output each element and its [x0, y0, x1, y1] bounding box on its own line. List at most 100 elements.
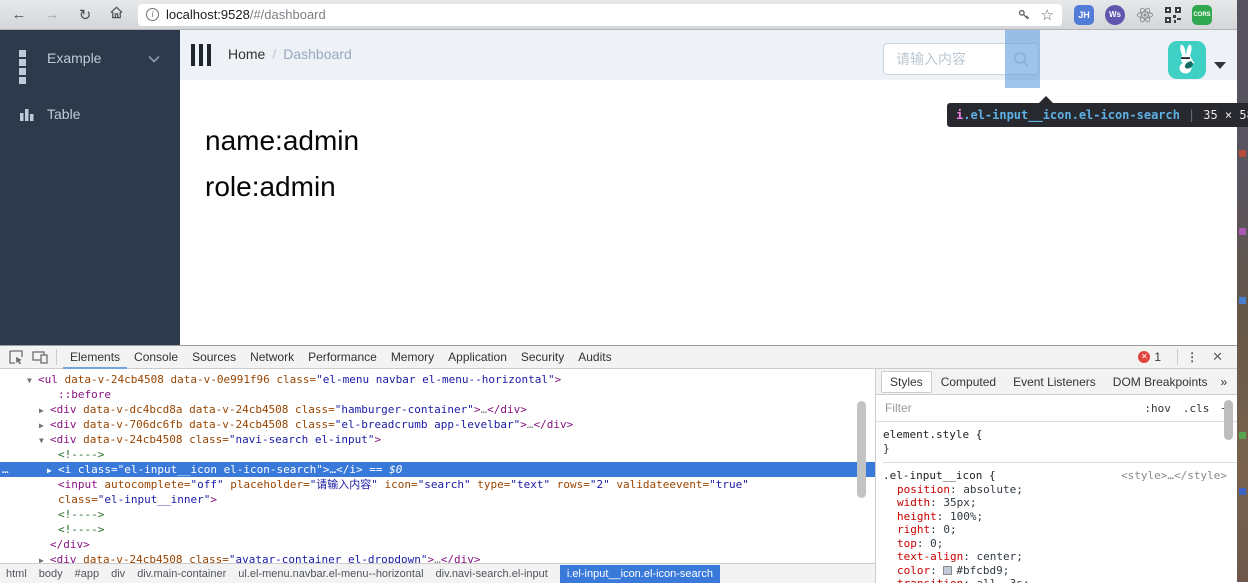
sidebar-item-table[interactable]: Table: [0, 86, 180, 142]
css-property[interactable]: transition: all .3s;: [883, 577, 1237, 583]
qr-code-icon[interactable]: [1165, 6, 1181, 23]
styles-tab-dom-breakpoints[interactable]: DOM Breakpoints: [1105, 372, 1216, 392]
css-property[interactable]: color: #bfcbd9;: [883, 564, 1237, 578]
devtools-tab-security[interactable]: Security: [514, 346, 571, 369]
dom-breadcrumb-item[interactable]: div.navi-search.el-input: [436, 568, 548, 580]
devtools-tab-audits[interactable]: Audits: [571, 346, 618, 369]
extension-jh-icon[interactable]: JH: [1074, 4, 1094, 25]
page-info-icon[interactable]: i: [146, 8, 159, 21]
search-input[interactable]: [894, 45, 1009, 73]
code-token: "请输入内容": [309, 478, 378, 491]
code-token: ::before: [58, 388, 111, 401]
css-property[interactable]: height: 100%;: [883, 510, 1237, 524]
bookmark-star-icon[interactable]: ☆: [1041, 6, 1054, 24]
expand-arrow-icon[interactable]: ▼: [27, 373, 32, 388]
toggle-class-button[interactable]: .cls: [1183, 402, 1210, 415]
elements-tree-node[interactable]: ▼ <ul data-v-24cb4508 data-v-0e991f96 cla…: [0, 372, 875, 387]
expand-arrow-icon[interactable]: ▶: [39, 403, 44, 418]
css-property[interactable]: text-align: center;: [883, 550, 1237, 564]
style-source-link[interactable]: <style>…</style>: [1121, 469, 1227, 483]
elements-tree-node[interactable]: … ▶ <i class="el-input__icon el-icon-searc…: [0, 462, 875, 477]
code-token: >: [520, 418, 527, 431]
expand-arrow-icon[interactable]: ▶: [47, 463, 52, 478]
elements-tree-node[interactable]: ▼ <div data-v-24cb4508 class="navi-search…: [0, 432, 875, 447]
styles-tab-styles[interactable]: Styles: [881, 370, 932, 393]
code-token: data-v-24cb4508: [182, 418, 289, 431]
dom-breadcrumb-item[interactable]: div: [111, 568, 125, 580]
styles-filter-input[interactable]: Filter: [885, 401, 912, 415]
code-token: <!---->: [58, 448, 105, 461]
elements-tree-node[interactable]: ▶ <div data-v-706dc6fb data-v-24cb4508 cl…: [0, 417, 875, 432]
dom-breadcrumb-item[interactable]: ul.el-menu.navbar.el-menu--horizontal: [238, 568, 423, 580]
desktop-icon: [1239, 488, 1246, 495]
css-property[interactable]: top: 0;: [883, 537, 1237, 551]
devtools-close-icon[interactable]: ✕: [1212, 349, 1223, 365]
sidebar-item-label: Table: [47, 106, 81, 122]
toggle-hover-state-button[interactable]: :hov: [1144, 402, 1171, 415]
css-property[interactable]: right: 0;: [883, 523, 1237, 537]
code-token: </div>: [440, 553, 481, 563]
expand-arrow-icon[interactable]: ▶: [39, 418, 44, 433]
code-token: …: [434, 553, 441, 563]
avatar-dropdown-caret-icon[interactable]: [1214, 62, 1226, 69]
elements-tree-node[interactable]: <!---->: [0, 447, 875, 462]
elements-tree-node[interactable]: class="el-input__inner">: [0, 492, 875, 507]
inspect-element-icon[interactable]: [8, 349, 24, 365]
css-property[interactable]: width: 35px;: [883, 496, 1237, 510]
avatar[interactable]: [1168, 41, 1206, 79]
extension-ws-icon[interactable]: Ws: [1105, 4, 1125, 25]
css-rule[interactable]: element.style {}: [883, 428, 1237, 462]
styles-tab-computed[interactable]: Computed: [933, 372, 1004, 392]
code-token: "el-menu navbar el-menu--horizontal": [316, 373, 555, 386]
breadcrumb-home[interactable]: Home: [228, 46, 265, 62]
elements-tree-node[interactable]: <!---->: [0, 507, 875, 522]
devtools-tab-elements[interactable]: Elements: [63, 346, 128, 369]
elements-tree-node[interactable]: ▶ <div data-v-24cb4508 class="avatar-cont…: [0, 552, 875, 563]
dom-breadcrumb-item[interactable]: body: [39, 568, 63, 580]
css-property[interactable]: position: absolute;: [883, 483, 1237, 497]
extension-cors-icon[interactable]: CORS: [1192, 4, 1212, 25]
devtools-tab-memory[interactable]: Memory: [384, 346, 441, 369]
styles-tab-event-listeners[interactable]: Event Listeners: [1005, 372, 1104, 392]
devtools-tab-network[interactable]: Network: [243, 346, 301, 369]
code-token: <!---->: [58, 523, 105, 536]
dom-breadcrumb-item[interactable]: html: [6, 568, 27, 580]
error-badge[interactable]: ✕ 1: [1138, 350, 1161, 364]
sidebar-item-example[interactable]: Example: [0, 30, 180, 86]
home-icon[interactable]: [105, 5, 127, 24]
react-devtools-icon[interactable]: [1136, 6, 1154, 24]
dom-breadcrumb-item[interactable]: div.main-container: [137, 568, 226, 580]
devtools-menu-icon[interactable]: ⋮: [1186, 350, 1198, 364]
dom-breadcrumb-item[interactable]: i.el-input__icon.el-icon-search: [559, 564, 720, 583]
dom-breadcrumb-item[interactable]: #app: [75, 568, 99, 580]
elements-tree-node[interactable]: <!---->: [0, 522, 875, 537]
hamburger-icon[interactable]: [191, 44, 211, 66]
elements-tree-node[interactable]: ::before: [0, 387, 875, 402]
elements-tree-node[interactable]: ▶ <div data-v-dc4bcd8a data-v-24cb4508 cl…: [0, 402, 875, 417]
devtools-toolbar-right: ✕ 1 ⋮ ✕: [1138, 349, 1237, 365]
css-rule[interactable]: <style>…</style> .el-input__icon {positio…: [883, 462, 1237, 583]
elements-scrollbar[interactable]: [857, 401, 866, 498]
devtools-tab-performance[interactable]: Performance: [301, 346, 384, 369]
expand-arrow-icon[interactable]: ▼: [39, 433, 44, 448]
code-token: class=: [288, 418, 335, 431]
expand-arrow-icon[interactable]: ▶: [39, 553, 44, 563]
password-key-icon[interactable]: [1017, 8, 1031, 22]
device-toolbar-icon[interactable]: [32, 349, 48, 365]
url-bar[interactable]: i localhost:9528/#/dashboard ☆: [138, 3, 1062, 26]
desktop-icon: [1239, 297, 1246, 304]
devtools-tab-sources[interactable]: Sources: [185, 346, 243, 369]
more-tabs-icon[interactable]: »: [1220, 375, 1227, 389]
forward-icon[interactable]: →: [41, 6, 63, 23]
back-icon[interactable]: ←: [8, 6, 30, 23]
color-swatch[interactable]: [943, 565, 953, 575]
styles-scrollbar[interactable]: [1224, 400, 1233, 440]
error-icon: ✕: [1138, 351, 1151, 363]
code-token: rows=: [550, 478, 590, 491]
reload-icon[interactable]: ↻: [74, 6, 96, 24]
devtools-tab-console[interactable]: Console: [127, 346, 185, 369]
devtools-tab-application[interactable]: Application: [441, 346, 514, 369]
elements-tree-node[interactable]: <input autocomplete="off" placeholder="请…: [0, 477, 875, 492]
css-property-value: 35px;: [943, 496, 977, 509]
elements-tree-node[interactable]: </div>: [0, 537, 875, 552]
